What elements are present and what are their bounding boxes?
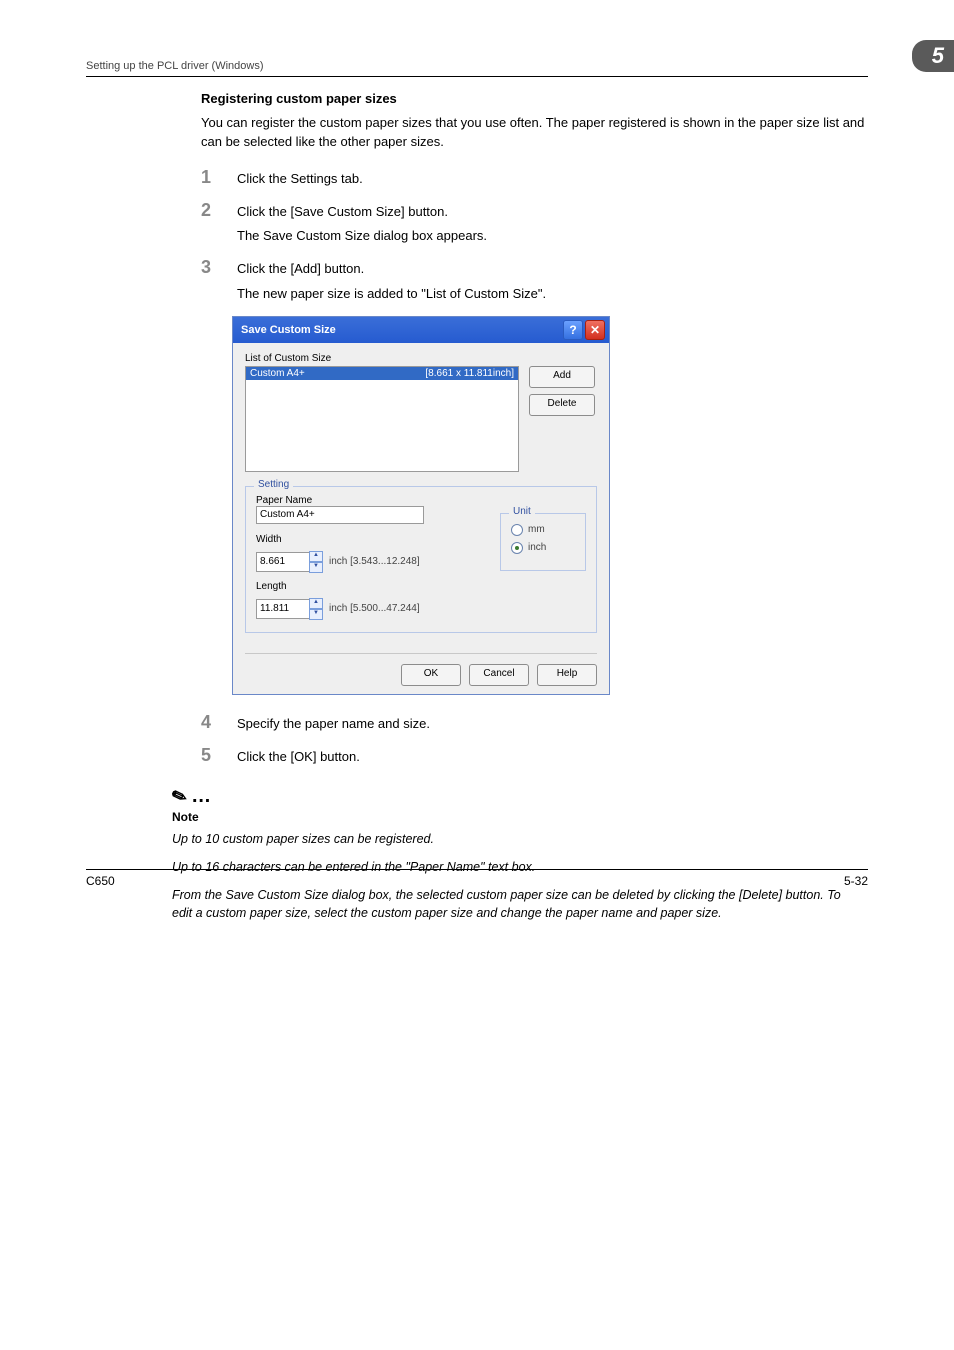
chapter-badge: 5 [912,40,954,72]
help-icon[interactable]: ? [563,320,583,340]
step-text: Click the [Save Custom Size] button. [237,203,868,222]
unit-inch-radio[interactable]: inch [511,542,571,554]
spin-down-icon[interactable]: ▼ [309,562,323,573]
add-button[interactable]: Add [529,366,595,388]
step-text: Click the [OK] button. [237,746,868,767]
list-item-dim: [8.661 x 11.811inch] [425,368,514,379]
note-block: ✎… Note Up to 10 custom paper sizes can … [172,785,852,923]
spin-down-icon[interactable]: ▼ [309,609,323,620]
delete-button[interactable]: Delete [529,394,595,416]
dialog-title: Save Custom Size [241,324,561,336]
step-3: 3 Click the [Add] button. The new paper … [201,258,868,304]
step-number: 2 [201,201,237,247]
length-input[interactable]: 11.811 [256,599,310,619]
unit-fieldset: Unit mm inch [500,513,586,571]
unit-legend: Unit [509,506,535,517]
note-text: From the Save Custom Size dialog box, th… [172,886,852,922]
step-text: Click the [Add] button. [237,260,868,279]
width-label: Width [256,534,490,545]
width-hint: inch [3.543...12.248] [329,556,420,567]
save-custom-size-dialog: Save Custom Size ? ✕ List of Custom Size… [232,316,610,695]
footer-right: 5-32 [844,874,868,888]
step-text: Specify the paper name and size. [237,713,868,734]
paper-name-label: Paper Name [256,495,490,506]
note-text: Up to 10 custom paper sizes can be regis… [172,830,852,848]
unit-mm-radio[interactable]: mm [511,524,571,536]
length-hint: inch [5.500...47.244] [329,603,420,614]
breadcrumb: Setting up the PCL driver (Windows) [86,60,264,72]
section-intro: You can register the custom paper sizes … [201,114,868,152]
step-number: 5 [201,746,237,767]
step-number: 4 [201,713,237,734]
length-label: Length [256,581,490,592]
list-label: List of Custom Size [245,353,597,364]
setting-fieldset: Setting Paper Name Custom A4+ Width 8.66… [245,486,597,633]
step-subtext: The Save Custom Size dialog box appears. [237,227,868,246]
step-text: Click the Settings tab. [237,168,868,189]
spin-up-icon[interactable]: ▲ [309,551,323,562]
step-1: 1 Click the Settings tab. [201,168,868,189]
note-label: Note [172,810,852,824]
cancel-button[interactable]: Cancel [469,664,529,686]
setting-legend: Setting [254,479,293,490]
list-item-name: Custom A4+ [250,368,305,379]
dialog-titlebar[interactable]: Save Custom Size ? ✕ [233,317,609,343]
list-item[interactable]: Custom A4+ [8.661 x 11.811inch] [246,367,518,380]
custom-size-list[interactable]: Custom A4+ [8.661 x 11.811inch] [245,366,519,472]
footer-left: C650 [86,874,115,888]
step-4: 4 Specify the paper name and size. [201,713,868,734]
width-input[interactable]: 8.661 [256,552,310,572]
step-2: 2 Click the [Save Custom Size] button. T… [201,201,868,247]
step-number: 3 [201,258,237,304]
spin-up-icon[interactable]: ▲ [309,598,323,609]
step-number: 1 [201,168,237,189]
step-subtext: The new paper size is added to "List of … [237,285,868,304]
page-footer: C650 5-32 [86,869,868,888]
ok-button[interactable]: OK [401,664,461,686]
close-icon[interactable]: ✕ [585,320,605,340]
note-icon: ✎… [172,785,852,808]
section-title: Registering custom paper sizes [201,91,868,106]
step-5: 5 Click the [OK] button. [201,746,868,767]
paper-name-input[interactable]: Custom A4+ [256,506,424,524]
help-button[interactable]: Help [537,664,597,686]
